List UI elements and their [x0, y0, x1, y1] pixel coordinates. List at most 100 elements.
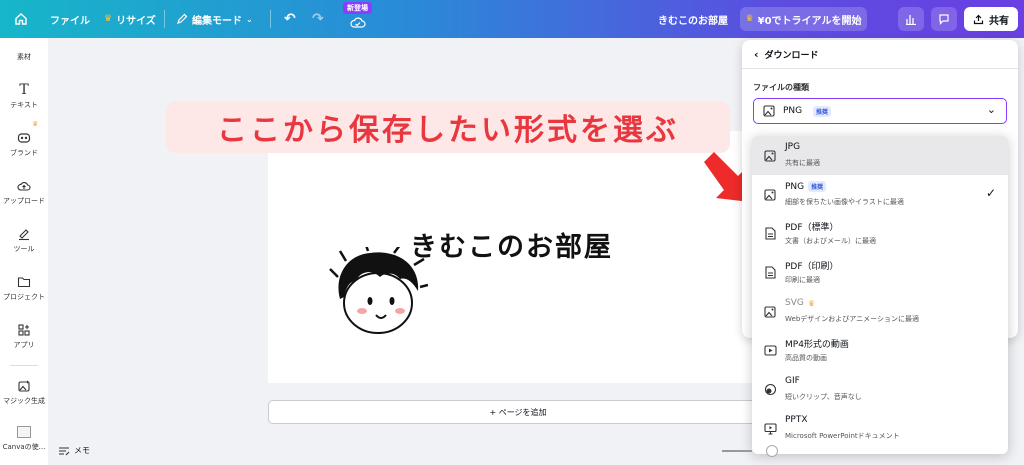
sidebar-divider: [10, 365, 38, 366]
folder-icon: [16, 274, 32, 290]
comment-icon: [939, 14, 949, 25]
canvas-page[interactable]: きむこのお部屋: [268, 131, 768, 383]
home-button[interactable]: [14, 0, 28, 38]
sidebar-item-label: Canvaの使...: [2, 443, 46, 451]
redo-icon: ↷: [312, 11, 324, 27]
shapes-icon: [16, 44, 32, 50]
option-jpg[interactable]: JPG 共有に最適: [752, 136, 1008, 175]
crown-icon: ♛: [104, 14, 113, 24]
apps-icon: [16, 322, 32, 338]
crown-icon: ♛: [32, 120, 39, 128]
cloud-check-icon: [350, 17, 366, 28]
zoom-slider-handle[interactable]: [766, 445, 778, 457]
notes-button[interactable]: メモ: [58, 445, 90, 456]
option-svg[interactable]: SVG ♛ Webデザインおよびアニメーションに最適: [752, 292, 1008, 331]
sidebar-item-label: 素材: [17, 53, 31, 61]
bar-chart-icon: [906, 15, 916, 25]
chevron-down-icon: ⌄: [986, 103, 996, 116]
chevron-down-icon: ⌄: [246, 14, 253, 24]
option-pdf-standard[interactable]: PDF（標準） 文書（およびメール）に最適: [752, 214, 1008, 253]
draw-icon: [16, 226, 32, 242]
cloud-save-button[interactable]: [350, 4, 366, 42]
sidebar-item-label: アップロード: [3, 197, 45, 205]
option-gif[interactable]: GIF 短いクリップ、音声なし: [752, 370, 1008, 409]
undo-button[interactable]: ↶: [284, 0, 296, 38]
option-desc: 共有に最適: [785, 159, 820, 167]
sidebar-item-text[interactable]: T テキスト: [0, 82, 48, 110]
sidebar-item-brand[interactable]: ♛ ブランド: [0, 120, 48, 158]
sidebar-item-apps[interactable]: アプリ: [0, 322, 48, 350]
comment-button[interactable]: [931, 7, 957, 31]
option-desc: Webデザインおよびアニメーションに最適: [785, 315, 919, 323]
sidebar-item-label: ツール: [13, 245, 35, 253]
option-png[interactable]: PNG 推奨 細部を保ちたい画像やイラストに最適 ✓: [752, 175, 1008, 214]
file-type-select[interactable]: PNG 推奨 ⌄: [753, 98, 1007, 124]
zoom-slider-track[interactable]: [722, 450, 752, 452]
selected-format: PNG: [783, 106, 803, 116]
video-icon: [763, 344, 777, 358]
add-page-button[interactable]: + ページを追加: [268, 400, 768, 424]
image-icon: [763, 149, 777, 163]
pencil-icon: [177, 13, 188, 24]
document-title-label: きむこのお部屋: [658, 15, 728, 27]
sidebar-item-projects[interactable]: プロジェクト: [0, 274, 48, 302]
home-icon: [15, 13, 27, 25]
presentation-icon: [763, 422, 777, 436]
download-back-header[interactable]: ‹ ダウンロード: [754, 48, 819, 61]
option-name: JPG: [785, 142, 801, 152]
divider: [270, 10, 271, 28]
gif-icon: [763, 383, 777, 397]
sidebar-item-label: マジック生成: [3, 397, 45, 405]
option-mp4[interactable]: MP4形式の動画 高品質の動画: [752, 331, 1008, 370]
file-type-label: ファイルの種類: [753, 83, 809, 92]
option-desc: 細部を保ちたい画像やイラストに最適: [785, 198, 904, 206]
sidebar-item-label: ブランド: [10, 149, 38, 157]
crown-icon: ♛: [745, 14, 754, 24]
sidebar: 素材 T テキスト ♛ ブランド アップロード ツール プロジェクト アプリ マ…: [0, 38, 48, 465]
brand-icon: [16, 130, 32, 146]
annotation-banner: ここから保存したい形式を選ぶ: [166, 101, 730, 153]
download-title: ダウンロード: [764, 51, 819, 61]
document-title[interactable]: きむこのお部屋: [658, 0, 728, 38]
magic-image-icon: [16, 378, 32, 394]
option-desc: 高品質の動画: [785, 354, 827, 362]
resize-label: リサイズ: [116, 15, 156, 27]
option-name: GIF: [785, 376, 800, 386]
sidebar-item-label: プロジェクト: [3, 293, 45, 301]
option-desc: 短いクリップ、音声なし: [785, 393, 862, 401]
chevron-left-icon: ‹: [754, 48, 759, 61]
sidebar-item-uploads[interactable]: アップロード: [0, 178, 48, 206]
sidebar-item-tools[interactable]: ツール: [0, 226, 48, 254]
bottom-bar: メモ: [48, 440, 1024, 465]
cloud-upload-icon: [16, 178, 32, 194]
document-icon: [763, 227, 777, 241]
avatar-illustration[interactable]: [328, 247, 428, 343]
text-icon: T: [19, 82, 29, 98]
insights-button[interactable]: [898, 7, 924, 31]
option-name: PDF（印刷）: [785, 262, 839, 272]
upload-icon: [973, 14, 984, 24]
edit-mode-dropdown[interactable]: 編集モード ⌄: [176, 0, 253, 38]
file-menu-label: ファイル: [50, 15, 90, 27]
image-icon: [763, 305, 777, 319]
option-name: MP4形式の動画: [785, 340, 849, 350]
share-button[interactable]: 共有: [964, 7, 1018, 31]
page-heading[interactable]: きむこのお部屋: [410, 225, 613, 264]
divider: [164, 10, 165, 28]
sidebar-item-magic-media[interactable]: マジック生成: [0, 378, 48, 406]
file-menu[interactable]: ファイル: [50, 0, 90, 38]
option-name: PNG: [785, 181, 805, 192]
redo-button[interactable]: ↷: [312, 0, 324, 38]
panel-divider: [742, 68, 1018, 69]
edit-mode-label: 編集モード: [192, 15, 242, 27]
file-type-dropdown: JPG 共有に最適 PNG 推奨 細部を保ちたい画像やイラストに最適 ✓ PDF（…: [752, 136, 1008, 454]
sidebar-item-elements[interactable]: 素材: [0, 44, 48, 62]
option-pdf-print[interactable]: PDF（印刷） 印刷に最適: [752, 253, 1008, 292]
document-icon: [763, 266, 777, 280]
sidebar-item-label: アプリ: [13, 341, 35, 349]
notes-label: メモ: [74, 446, 90, 455]
sidebar-item-canva-guide[interactable]: Canvaの使...: [0, 424, 48, 452]
checkmark-icon: ✓: [985, 186, 996, 200]
trial-button[interactable]: ♛ ¥0でトライアルを開始: [740, 7, 867, 31]
resize-button[interactable]: ♛ リサイズ: [104, 0, 156, 38]
